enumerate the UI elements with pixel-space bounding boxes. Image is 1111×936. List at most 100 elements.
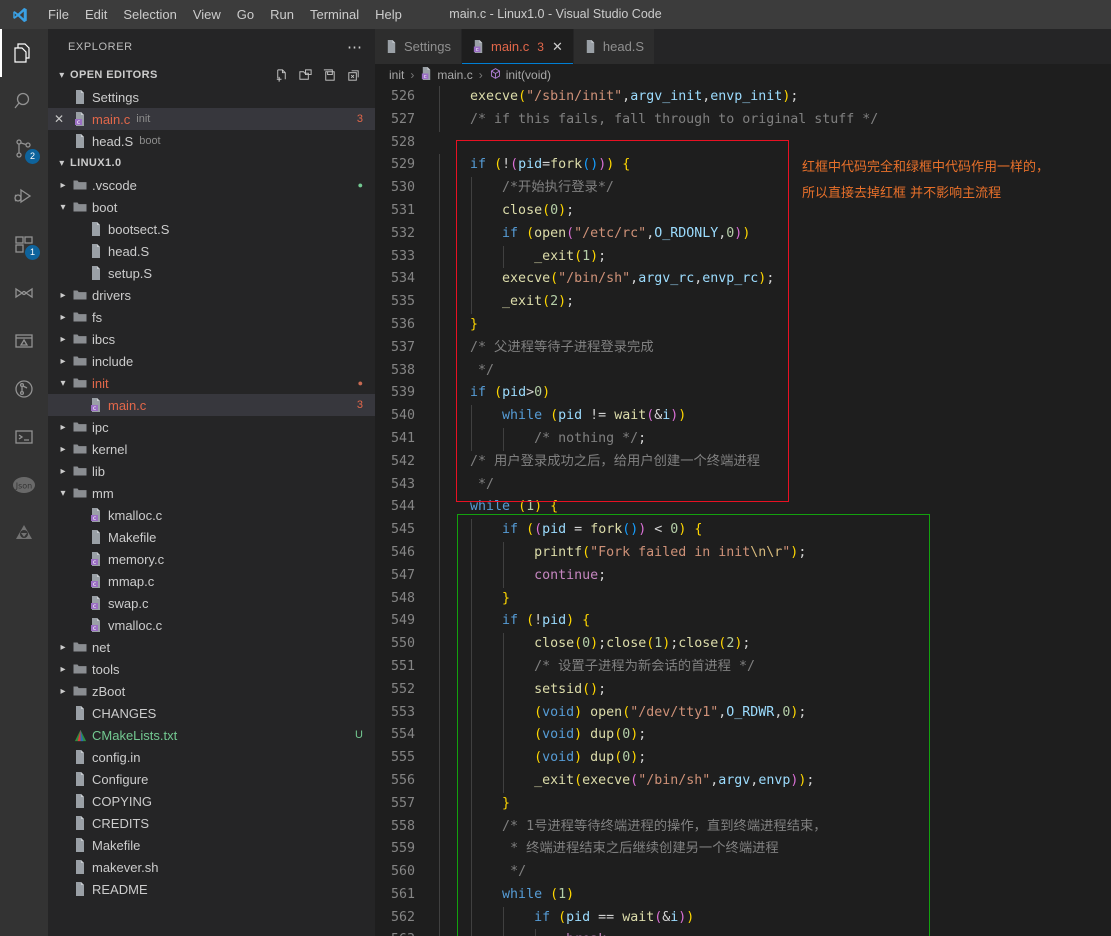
code-line[interactable]: 532 if (open("/etc/rc",O_RDONLY,0)) <box>375 222 1111 246</box>
tree-item-drivers[interactable]: ▸ drivers <box>48 284 375 306</box>
tab-main-c[interactable]: c main.c 3 ✕ <box>461 29 574 64</box>
tree-item-net[interactable]: ▸ net <box>48 636 375 658</box>
open-editor-head-s[interactable]: head.S boot <box>48 130 375 152</box>
tree-item-mm[interactable]: ▾ mm <box>48 482 375 504</box>
code-line[interactable]: 545 if ((pid = fork()) < 0) { <box>375 519 1111 542</box>
code-line[interactable]: 551 /* 设置子进程为新会话的首进程 */ <box>375 655 1111 679</box>
open-editor-settings[interactable]: Settings <box>48 86 375 108</box>
chevron-right-icon[interactable]: ▸ <box>56 642 70 653</box>
chevron-down-icon[interactable]: ▾ <box>56 488 70 499</box>
tab-close-icon[interactable]: ✕ <box>552 39 563 55</box>
chevron-right-icon[interactable]: ▸ <box>56 334 70 345</box>
tab-head-s[interactable]: head.S <box>573 29 656 64</box>
tree-item-boot[interactable]: ▾ boot <box>48 196 375 218</box>
breadcrumb-item-init-void[interactable]: init(void) <box>489 67 551 83</box>
close-icon[interactable]: ✕ <box>48 112 70 126</box>
code-line[interactable]: 533 _exit(1); <box>375 245 1111 269</box>
code-line[interactable]: 526 execve("/sbin/init",argv_init,envp_i… <box>375 86 1111 109</box>
code-line[interactable]: 546 printf("Fork failed in init\n\r"); <box>375 541 1111 565</box>
tree-item-vmalloc-c[interactable]: c vmalloc.c <box>48 614 375 636</box>
new-folder-icon[interactable] <box>298 68 313 83</box>
chevron-right-icon[interactable]: ▸ <box>56 180 70 191</box>
tree-item-lib[interactable]: ▸ lib <box>48 460 375 482</box>
chevron-right-icon[interactable]: ▸ <box>56 686 70 697</box>
activity-item-source-control[interactable]: 2 <box>0 125 48 173</box>
code-line[interactable]: 544 while (1) { <box>375 496 1111 520</box>
code-line[interactable]: 563 break; <box>375 929 1111 936</box>
tree-item-copying[interactable]: COPYING <box>48 790 375 812</box>
menu-edit[interactable]: Edit <box>77 0 115 29</box>
code-line[interactable]: 554 (void) dup(0); <box>375 724 1111 748</box>
section-open-editors[interactable]: ▾ OPEN EDITORS <box>48 64 375 86</box>
tree-item-zboot[interactable]: ▸ zBoot <box>48 680 375 702</box>
chevron-right-icon[interactable]: ▸ <box>56 664 70 675</box>
code-line[interactable]: 540 while (pid != wait(&i)) <box>375 405 1111 428</box>
tree-item-credits[interactable]: CREDITS <box>48 812 375 834</box>
sidebar-more-actions-icon[interactable]: ⋯ <box>347 38 363 56</box>
code-line[interactable]: 542 /* 用户登录成功之后，给用户创建一个终端进程 <box>375 450 1111 474</box>
menu-go[interactable]: Go <box>229 0 262 29</box>
tree-item-changes[interactable]: CHANGES <box>48 702 375 724</box>
tree-item-mmap-c[interactable]: c mmap.c <box>48 570 375 592</box>
tree-item-kmalloc-c[interactable]: c kmalloc.c <box>48 504 375 526</box>
tab-settings[interactable]: Settings <box>375 29 462 64</box>
tree-item-makefile[interactable]: Makefile <box>48 526 375 548</box>
tree-item-ipc[interactable]: ▸ ipc <box>48 416 375 438</box>
close-all-icon[interactable] <box>346 68 361 83</box>
activity-item-explorer[interactable] <box>0 29 48 77</box>
code-line[interactable]: 562 if (pid == wait(&i)) <box>375 906 1111 930</box>
tree-item-head-s[interactable]: head.S <box>48 240 375 262</box>
chevron-right-icon[interactable]: ▸ <box>56 444 70 455</box>
menu-file[interactable]: File <box>40 0 77 29</box>
tree-item-include[interactable]: ▸ include <box>48 350 375 372</box>
breadcrumb-item-main-c[interactable]: c main.c <box>420 66 473 84</box>
tree-item-fs[interactable]: ▸ fs <box>48 306 375 328</box>
tree-item-kernel[interactable]: ▸ kernel <box>48 438 375 460</box>
tree-item-readme[interactable]: README <box>48 878 375 900</box>
activity-item-docker[interactable] <box>0 509 48 557</box>
code-line[interactable]: 555 (void) dup(0); <box>375 747 1111 770</box>
tree-item-ibcs[interactable]: ▸ ibcs <box>48 328 375 350</box>
code-line[interactable]: 536 } <box>375 313 1111 337</box>
tree-item-setup-s[interactable]: setup.S <box>48 262 375 284</box>
tree-item-swap-c[interactable]: c swap.c <box>48 592 375 614</box>
tree-item-bootsect-s[interactable]: bootsect.S <box>48 218 375 240</box>
code-editor[interactable]: 526 execve("/sbin/init",argv_init,envp_i… <box>375 86 1111 936</box>
tree-item-tools[interactable]: ▸ tools <box>48 658 375 680</box>
activity-item-json-tools[interactable]: Json <box>0 461 48 509</box>
code-line[interactable]: 557 } <box>375 792 1111 816</box>
activity-item-git-graph[interactable] <box>0 365 48 413</box>
code-line[interactable]: 560 */ <box>375 861 1111 884</box>
chevron-right-icon[interactable]: ▸ <box>56 422 70 433</box>
tree-item-memory-c[interactable]: c memory.c <box>48 548 375 570</box>
chevron-right-icon[interactable]: ▸ <box>56 466 70 477</box>
open-editor-main-c[interactable]: ✕ c main.c init 3 <box>48 108 375 130</box>
chevron-down-icon[interactable]: ▾ <box>56 378 70 389</box>
code-line[interactable]: 559 * 终端进程结束之后继续创建另一个终端进程 <box>375 838 1111 862</box>
code-line[interactable]: 541 /* nothing */; <box>375 427 1111 451</box>
menu-terminal[interactable]: Terminal <box>302 0 367 29</box>
menu-bar[interactable]: File Edit Selection View Go Run Terminal… <box>40 0 410 29</box>
tree-item-main-c[interactable]: c main.c 3 <box>48 394 375 416</box>
code-line[interactable]: 537 /* 父进程等待子进程登录完成 <box>375 336 1111 360</box>
tree-item-configure[interactable]: Configure <box>48 768 375 790</box>
activity-item-remote-explorer[interactable] <box>0 269 48 317</box>
activity-item-terminal[interactable] <box>0 413 48 461</box>
code-line[interactable]: 549 if (!pid) { <box>375 610 1111 634</box>
code-line[interactable]: 550 close(0);close(1);close(2); <box>375 633 1111 656</box>
code-line[interactable]: 528 <box>375 132 1111 155</box>
chevron-down-icon[interactable]: ▾ <box>56 202 70 213</box>
tree-item--vscode[interactable]: ▸ .vscode ● <box>48 174 375 196</box>
breadcrumb-item-init[interactable]: init <box>389 68 404 82</box>
activity-item-preview[interactable] <box>0 317 48 365</box>
menu-help[interactable]: Help <box>367 0 410 29</box>
code-line[interactable]: 558 /* 1号进程等待终端进程的操作，直到终端进程结束， <box>375 815 1111 839</box>
tree-item-cmakelists-txt[interactable]: CMakeLists.txt U <box>48 724 375 746</box>
save-all-icon[interactable] <box>322 68 337 83</box>
code-line[interactable]: 553 (void) open("/dev/tty1",O_RDWR,0); <box>375 701 1111 725</box>
section-workspace-linux10[interactable]: ▾ LINUX1.0 <box>48 152 375 174</box>
code-line[interactable]: 527 /* if this fails, fall through to or… <box>375 108 1111 132</box>
code-line[interactable]: 552 setsid(); <box>375 678 1111 702</box>
chevron-right-icon[interactable]: ▸ <box>56 290 70 301</box>
chevron-right-icon[interactable]: ▸ <box>56 356 70 367</box>
